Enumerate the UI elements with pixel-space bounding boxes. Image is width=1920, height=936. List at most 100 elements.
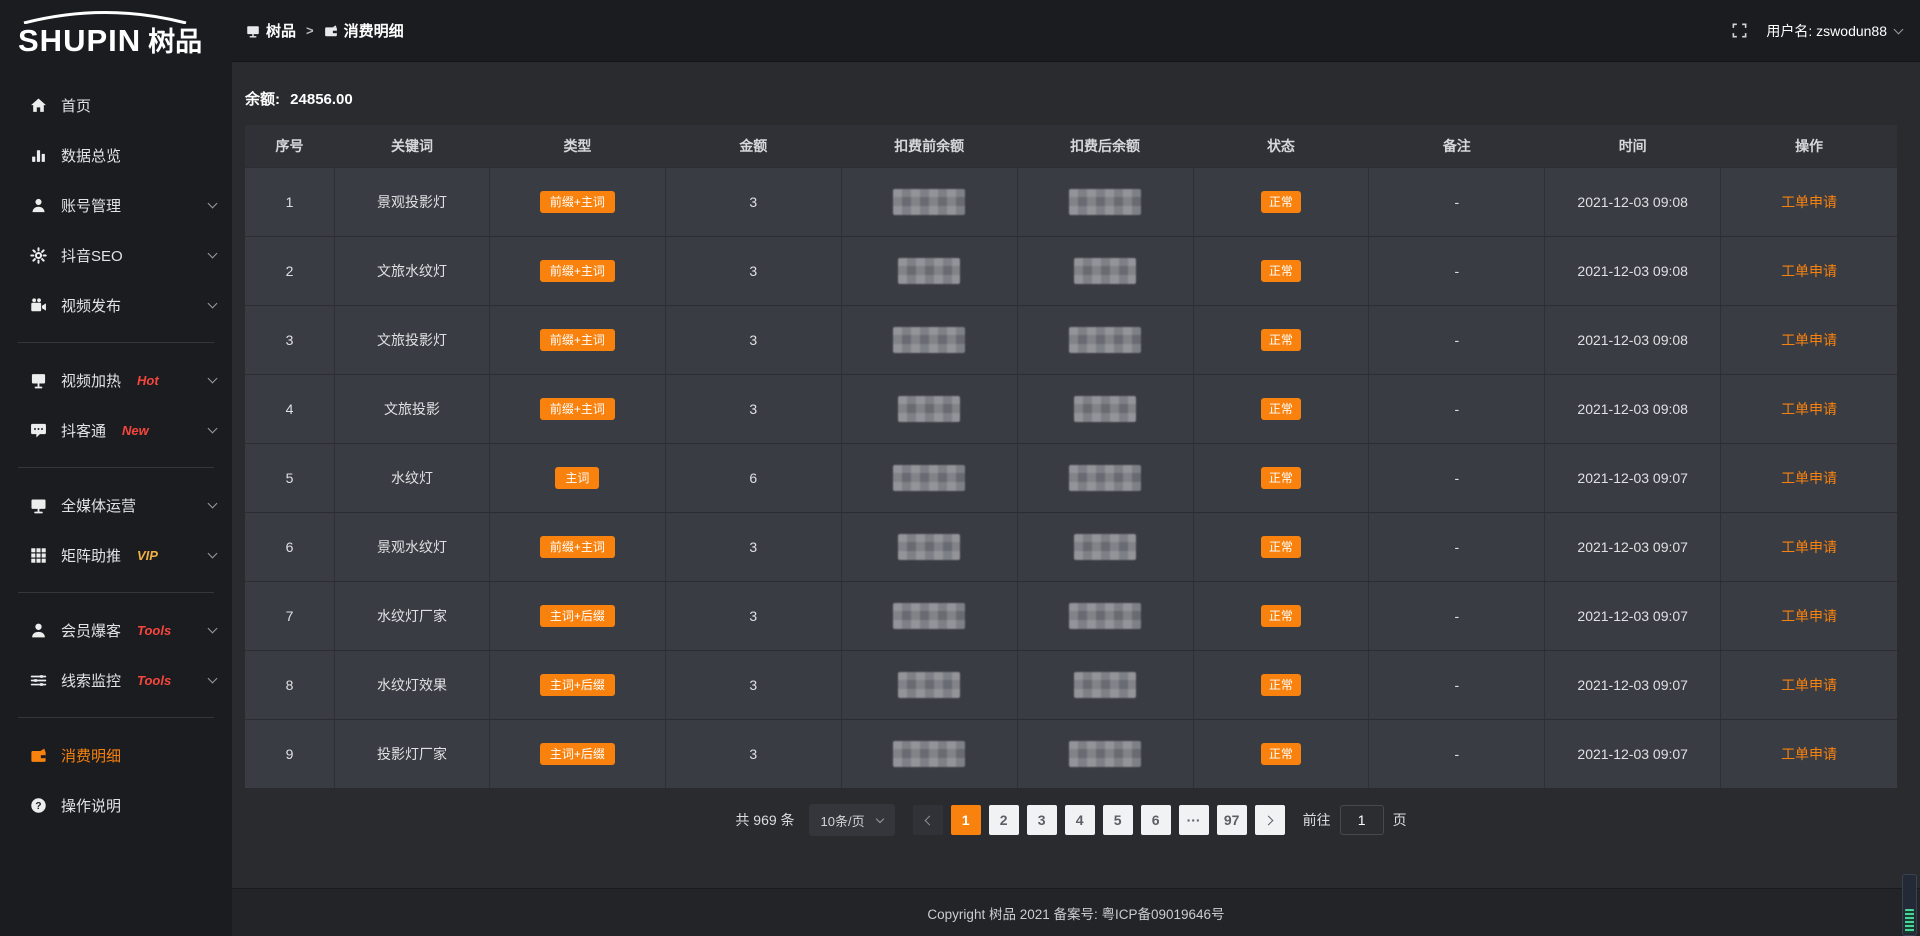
column-header-label: 状态 [1267, 136, 1295, 156]
table-row: 1景观投影灯前缀+主词3正常-2021-12-03 09:08工单申请 [245, 167, 1897, 236]
chevron-down-icon [208, 373, 218, 383]
page-button-97[interactable]: 97 [1217, 805, 1247, 835]
gear-icon [30, 247, 47, 264]
note-cell: - [1369, 582, 1545, 650]
masked-pre-balance [893, 189, 965, 215]
sidebar-item-media-operation[interactable]: 全媒体运营 [0, 480, 232, 530]
nav-badge: Tools [137, 673, 171, 688]
note-cell: - [1369, 375, 1545, 443]
column-header-label: 扣费前余额 [894, 136, 964, 156]
column-header-label: 备注 [1443, 136, 1471, 156]
work-order-link[interactable]: 工单申请 [1781, 399, 1837, 419]
nav-divider [18, 717, 214, 718]
page-size-value: 10条/页 [821, 811, 865, 830]
work-order-link[interactable]: 工单申请 [1781, 606, 1837, 626]
keyword-cell: 文旅水纹灯 [335, 237, 490, 305]
amount-cell: 3 [666, 375, 842, 443]
balance-label: 余额: [245, 91, 280, 108]
time-cell: 2021-12-03 09:07 [1545, 582, 1721, 650]
post-balance-cell [1018, 237, 1194, 305]
svg-text:?: ? [35, 800, 41, 811]
sidebar-item-data-overview[interactable]: 数据总览 [0, 130, 232, 180]
amount-value: 3 [749, 608, 757, 624]
note-value: - [1454, 746, 1459, 762]
column-header-label: 序号 [276, 136, 304, 156]
note-value: - [1454, 263, 1459, 279]
nav-badge: New [122, 423, 149, 438]
table-row: 9投影灯厂家主词+后缀3正常-2021-12-03 09:07工单申请 [245, 719, 1897, 788]
masked-pre-balance [893, 465, 965, 491]
video-icon [30, 297, 47, 314]
page-button-2[interactable]: 2 [989, 805, 1019, 835]
note-value: - [1454, 401, 1459, 417]
time-value: 2021-12-03 09:07 [1577, 677, 1688, 693]
breadcrumb-item-app[interactable]: 树品 [246, 20, 296, 41]
keyword-text: 文旅投影 [384, 399, 440, 419]
column-header: 关键词 [335, 125, 490, 167]
page-button-3[interactable]: 3 [1027, 805, 1057, 835]
page-ellipsis-button[interactable]: ··· [1179, 805, 1209, 835]
chevron-right-icon [1263, 815, 1273, 825]
post-balance-cell [1018, 375, 1194, 443]
sidebar-item-douyin-seo[interactable]: 抖音SEO [0, 230, 232, 280]
fullscreen-icon[interactable] [1731, 22, 1748, 39]
status-cell: 正常 [1194, 168, 1370, 236]
goto-page-input[interactable] [1340, 805, 1384, 835]
work-order-link[interactable]: 工单申请 [1781, 330, 1837, 350]
sidebar-item-clue-monitor[interactable]: 线索监控Tools [0, 655, 232, 705]
work-order-link[interactable]: 工单申请 [1781, 261, 1837, 281]
note-cell: - [1369, 306, 1545, 374]
pre-balance-cell [842, 375, 1018, 443]
index-cell: 6 [245, 513, 335, 581]
sidebar-item-home[interactable]: 首页 [0, 80, 232, 130]
sidebar-item-matrix-boost[interactable]: 矩阵助推VIP [0, 530, 232, 580]
page-button-4[interactable]: 4 [1065, 805, 1095, 835]
time-cell: 2021-12-03 09:08 [1545, 168, 1721, 236]
keyword-cell: 文旅投影灯 [335, 306, 490, 374]
keyword-cell: 水纹灯 [335, 444, 490, 512]
post-balance-cell [1018, 513, 1194, 581]
work-order-link[interactable]: 工单申请 [1781, 675, 1837, 695]
keyword-text: 文旅投影灯 [377, 330, 447, 350]
sidebar-item-video-publish[interactable]: 视频发布 [0, 280, 232, 330]
sidebar-item-video-heat[interactable]: 视频加热Hot [0, 355, 232, 405]
sidebar-item-account-manage[interactable]: 账号管理 [0, 180, 232, 230]
masked-post-balance [1074, 672, 1136, 698]
next-page-button[interactable] [1255, 805, 1285, 835]
type-badge: 前缀+主词 [540, 536, 615, 558]
work-order-link[interactable]: 工单申请 [1781, 537, 1837, 557]
time-value: 2021-12-03 09:07 [1577, 539, 1688, 555]
page-size-select[interactable]: 10条/页 [809, 804, 895, 836]
keyword-cell: 水纹灯厂家 [335, 582, 490, 650]
keyword-text: 水纹灯效果 [377, 675, 447, 695]
sidebar-item-member-burst[interactable]: 会员爆客Tools [0, 605, 232, 655]
footer: Copyright 树品 2021 备案号: 粤ICP备09019646号 [232, 888, 1920, 936]
sidebar-item-label: 操作说明 [61, 795, 121, 816]
row-index: 8 [286, 677, 294, 693]
index-cell: 3 [245, 306, 335, 374]
page-button-5[interactable]: 5 [1103, 805, 1133, 835]
row-index: 5 [286, 470, 294, 486]
balance-value: 24856.00 [290, 91, 353, 108]
scroll-widget[interactable] [1902, 874, 1917, 936]
breadcrumb-item-page[interactable]: 消费明细 [324, 20, 404, 41]
note-cell: - [1369, 444, 1545, 512]
type-cell: 前缀+主词 [490, 306, 666, 374]
work-order-link[interactable]: 工单申请 [1781, 468, 1837, 488]
sidebar-item-douketong[interactable]: 抖客通New [0, 405, 232, 455]
keyword-text: 水纹灯 [391, 468, 433, 488]
page-button-1[interactable]: 1 [951, 805, 981, 835]
time-cell: 2021-12-03 09:07 [1545, 444, 1721, 512]
sidebar-item-consumption-detail[interactable]: 消费明细 [0, 730, 232, 780]
chevron-down-icon [208, 248, 218, 258]
table-row: 3文旅投影灯前缀+主词3正常-2021-12-03 09:08工单申请 [245, 305, 1897, 374]
pre-balance-cell [842, 720, 1018, 788]
user-menu[interactable]: 用户名: zswodun88 [1766, 21, 1902, 41]
prev-page-button[interactable] [913, 805, 943, 835]
sidebar-item-instructions[interactable]: ? 操作说明 [0, 780, 232, 830]
work-order-link[interactable]: 工单申请 [1781, 744, 1837, 764]
work-order-link[interactable]: 工单申请 [1781, 192, 1837, 212]
page-button-6[interactable]: 6 [1141, 805, 1171, 835]
table-header: 序号关键词类型金额扣费前余额扣费后余额状态备注时间操作 [245, 125, 1897, 167]
breadcrumb: 树品 > 消费明细 [246, 20, 404, 41]
